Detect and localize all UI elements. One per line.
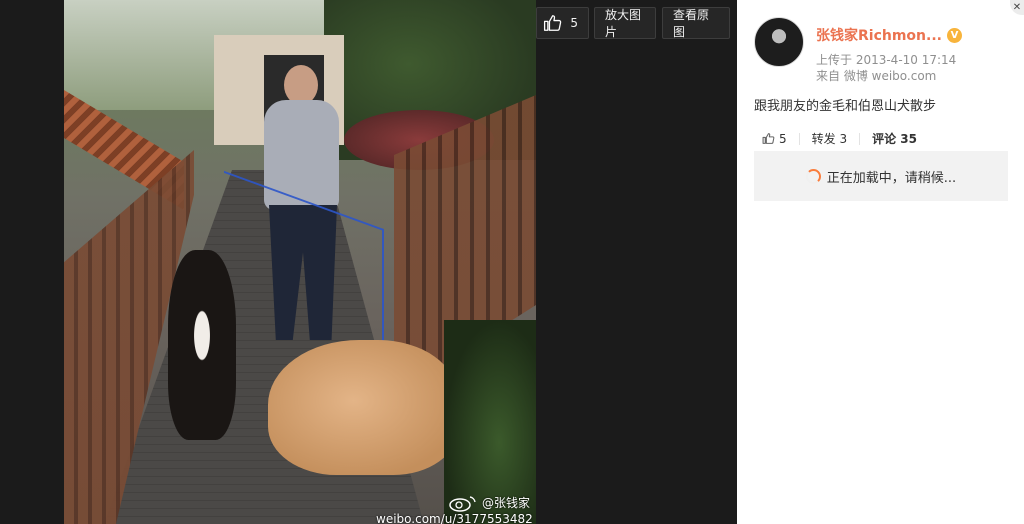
- author-name[interactable]: 张钱家Richmon...: [816, 25, 942, 45]
- watermark-url: weibo.com/u/3177553482: [376, 512, 533, 524]
- photo-watermark: @张钱家 weibo.com/u/3177553482: [376, 494, 533, 524]
- like-button[interactable]: 5: [762, 132, 787, 146]
- avatar[interactable]: [754, 17, 804, 67]
- watermark-handle: @张钱家: [482, 496, 531, 510]
- photo-golden-retriever: [268, 340, 458, 475]
- post-source: 来自 微博 weibo.com: [816, 68, 962, 84]
- post-sidebar: ✕ 张钱家Richmon... V 上传于 2013-4-10 17:14 来自…: [737, 0, 1024, 524]
- upload-time: 上传于 2013-4-10 17:14: [816, 53, 957, 67]
- author-name-row: 张钱家Richmon... V: [816, 25, 962, 45]
- watermark-handle-row: @张钱家: [448, 494, 533, 512]
- source-prefix: 来自: [816, 69, 844, 83]
- stat-divider: [859, 132, 861, 145]
- post-text: 跟我朋友的金毛和伯恩山犬散步: [754, 99, 937, 114]
- author-profile: 张钱家Richmon... V 上传于 2013-4-10 17:14 来自 微…: [754, 17, 962, 84]
- photo-like-toolbar: 5: [536, 7, 589, 39]
- like-count: 5: [779, 131, 787, 146]
- source-link[interactable]: 微博 weibo.com: [844, 69, 937, 83]
- photo-viewer: @张钱家 weibo.com/u/3177553482 5 放大图片 查看原图 …: [0, 0, 1024, 524]
- comments-loading-box: 正在加载中，请稍候...: [754, 151, 1008, 201]
- main-photo[interactable]: [64, 0, 536, 524]
- photo-person-head: [284, 65, 318, 105]
- author-info: 张钱家Richmon... V 上传于 2013-4-10 17:14 来自 微…: [816, 17, 962, 84]
- loading-text: 正在加载中，请稍候...: [826, 170, 957, 186]
- repost-button[interactable]: 转发 3: [812, 130, 847, 147]
- view-original-button[interactable]: 查看原图: [662, 7, 730, 39]
- verified-badge-icon: V: [946, 27, 962, 43]
- loading-spinner-icon: [805, 168, 821, 184]
- thumb-up-icon: [543, 15, 562, 31]
- photo-like-button[interactable]: 5: [536, 7, 589, 39]
- post-stats: 5 转发 3 评论 35: [762, 130, 917, 147]
- photo-actions-toolbar: 放大图片 查看原图: [594, 7, 730, 39]
- stat-divider: [798, 132, 800, 145]
- photo-like-count: 5: [570, 16, 578, 30]
- thumb-up-icon: [762, 133, 775, 144]
- photo-stage: @张钱家 weibo.com/u/3177553482: [0, 0, 737, 524]
- post-meta: 上传于 2013-4-10 17:14 来自 微博 weibo.com: [816, 52, 962, 84]
- comment-button[interactable]: 评论 35: [872, 130, 917, 147]
- enlarge-image-button[interactable]: 放大图片: [594, 7, 656, 39]
- weibo-logo-icon: [449, 496, 476, 512]
- photo-bernese-dog: [168, 250, 236, 440]
- close-icon[interactable]: ✕: [1010, 0, 1024, 15]
